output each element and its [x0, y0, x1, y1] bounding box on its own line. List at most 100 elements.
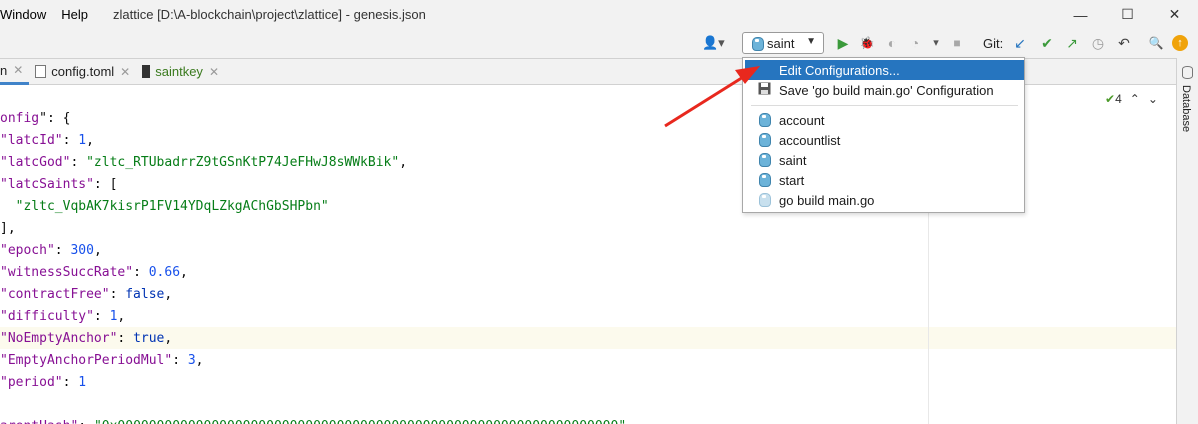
tab-genesis-json[interactable]: n ✕: [0, 59, 30, 85]
git-push-icon[interactable]: ↗: [1063, 34, 1081, 52]
menu-window[interactable]: Window: [0, 7, 46, 22]
right-tool-window-bar: Database: [1176, 58, 1198, 424]
code-token: :: [93, 309, 110, 324]
menu-item-saint[interactable]: saint: [745, 150, 1024, 170]
run-icon[interactable]: ▶: [834, 34, 852, 52]
code-token: onfig: [0, 111, 40, 126]
code-token: ,: [399, 155, 408, 170]
minimize-button[interactable]: —: [1057, 0, 1104, 29]
more-run-options-icon[interactable]: ▾: [927, 34, 945, 52]
debug-icon[interactable]: 🐞: [858, 34, 876, 52]
main-toolbar: 👤▾ saint ▼ ▶ 🐞 ◐ ◔ ▾ ■ Git: ↙ ✔ ↗ ◷ ↶ 🔍 …: [0, 29, 1198, 58]
code-token: 3: [187, 353, 196, 368]
close-icon[interactable]: ✕: [209, 65, 219, 79]
menu-item-accountlist[interactable]: accountlist: [745, 130, 1024, 150]
chevron-down-icon[interactable]: ⌄: [1148, 92, 1158, 106]
run-configuration-dropdown: Edit Configurations... Save 'go build ma…: [742, 57, 1025, 213]
database-tool-window-button[interactable]: Database: [1180, 85, 1192, 132]
code-token: "zltc_RTUbadrrZ9tGSnKtP74JeFHwJ8sWWkBik": [86, 155, 400, 170]
code-token: ,: [164, 287, 173, 302]
tab-config-toml[interactable]: config.toml ✕: [29, 59, 136, 85]
rollback-icon[interactable]: ↶: [1115, 34, 1133, 52]
git-label: Git:: [983, 36, 1004, 51]
menu-item-label: Save 'go build main.go' Configuration: [779, 82, 994, 98]
code-token: "difficulty": [0, 309, 94, 324]
code-token: ": {: [39, 111, 71, 126]
check-icon: ✔: [1105, 92, 1116, 106]
chevron-up-icon[interactable]: ⌃: [1130, 92, 1140, 106]
menu-item-account[interactable]: account: [745, 110, 1024, 130]
code-token: 1: [78, 133, 87, 148]
code-line: "zltc_VqbAK7kisrP1FV14YDqLZkgAChGbSHPbn": [0, 196, 626, 218]
inspection-widget[interactable]: ✔4 ⌃ ⌄: [1105, 92, 1158, 106]
user-icon[interactable]: 👤▾: [702, 35, 725, 51]
code-token: ,: [195, 353, 204, 368]
code-token: :: [54, 243, 71, 258]
inspection-count: 4: [1115, 92, 1122, 106]
menu-item-save-configuration[interactable]: Save 'go build main.go' Configuration: [745, 80, 1024, 100]
code-token: "latcId": [0, 133, 63, 148]
gopher-icon: [758, 152, 772, 168]
menu-separator: [751, 105, 1018, 106]
gopher-icon: [758, 132, 772, 148]
gopher-icon: [758, 172, 772, 188]
code-token: false: [125, 287, 165, 302]
chevron-down-icon: ▼: [806, 36, 816, 47]
profile-icon[interactable]: ◔: [906, 34, 924, 52]
toml-file-icon: [35, 65, 47, 78]
close-icon[interactable]: ✕: [120, 65, 130, 79]
run-configuration-label: saint: [767, 35, 795, 51]
menu-item-label: accountlist: [779, 132, 841, 148]
code-token: :: [117, 331, 134, 346]
menu-item-label: go build main.go: [779, 192, 875, 208]
code-token: "period": [0, 375, 63, 390]
code-text[interactable]: onfig": {"latcId": 1, "latcGod": "zltc_RT…: [0, 108, 626, 424]
code-token: 300: [70, 243, 94, 258]
code-token: "NoEmptyAnchor": [0, 331, 118, 346]
code-token: "epoch": [0, 243, 55, 258]
ide-update-icon[interactable]: ↑: [1172, 35, 1188, 51]
menu-item-label: account: [779, 112, 825, 128]
window-title: zlattice [D:\A-blockchain\project\zlatti…: [113, 7, 426, 22]
code-token: "EmptyAnchorPeriodMul": [0, 353, 173, 368]
code-token: "zltc_VqbAK7kisrP1FV14YDqLZkgAChGbSHPbn": [15, 199, 329, 214]
close-icon[interactable]: ✕: [13, 63, 23, 77]
tab-label: saintkey: [155, 64, 203, 79]
code-token: 1: [78, 375, 87, 390]
code-token: : [: [93, 177, 118, 192]
tab-label: config.toml: [51, 64, 115, 79]
close-window-button[interactable]: ✕: [1151, 0, 1198, 29]
edit-configurations-icon: [758, 62, 772, 78]
code-token: "latcGod": [0, 155, 71, 170]
code-token: ,: [117, 309, 126, 324]
code-token: "latcSaints": [0, 177, 94, 192]
menu-item-edit-configurations[interactable]: Edit Configurations...: [745, 60, 1024, 80]
git-commit-icon[interactable]: ✔: [1038, 34, 1056, 52]
tab-saintkey[interactable]: saintkey ✕: [136, 59, 225, 85]
code-token: ,: [164, 331, 173, 346]
code-line: ],: [0, 218, 626, 240]
search-icon[interactable]: 🔍: [1147, 34, 1165, 52]
menu-help[interactable]: Help: [61, 7, 88, 22]
code-line: [0, 394, 626, 416]
code-line: "NoEmptyAnchor": true,: [0, 328, 626, 350]
code-line: "period": 1: [0, 372, 626, 394]
run-configuration-selector[interactable]: saint ▼: [742, 32, 824, 54]
git-update-icon[interactable]: ↙: [1011, 34, 1029, 52]
code-line: "EmptyAnchorPeriodMul": 3,: [0, 350, 626, 372]
stop-icon[interactable]: ■: [948, 34, 966, 52]
code-token: :: [70, 155, 87, 170]
maximize-button[interactable]: ☐: [1104, 0, 1151, 29]
coverage-icon[interactable]: ◐: [883, 34, 901, 52]
menu-item-go-build-main[interactable]: go build main.go: [745, 190, 1024, 210]
menu-item-label: saint: [779, 152, 807, 168]
menu-item-start[interactable]: start: [745, 170, 1024, 190]
code-token: "contractFree": [0, 287, 110, 302]
history-icon[interactable]: ◷: [1089, 34, 1107, 52]
code-token: 0.66: [148, 265, 181, 280]
code-line: "latcGod": "zltc_RTUbadrrZ9tGSnKtP74JeFH…: [0, 152, 626, 174]
menu-item-label: Edit Configurations...: [779, 62, 900, 78]
code-token: :: [62, 375, 79, 390]
